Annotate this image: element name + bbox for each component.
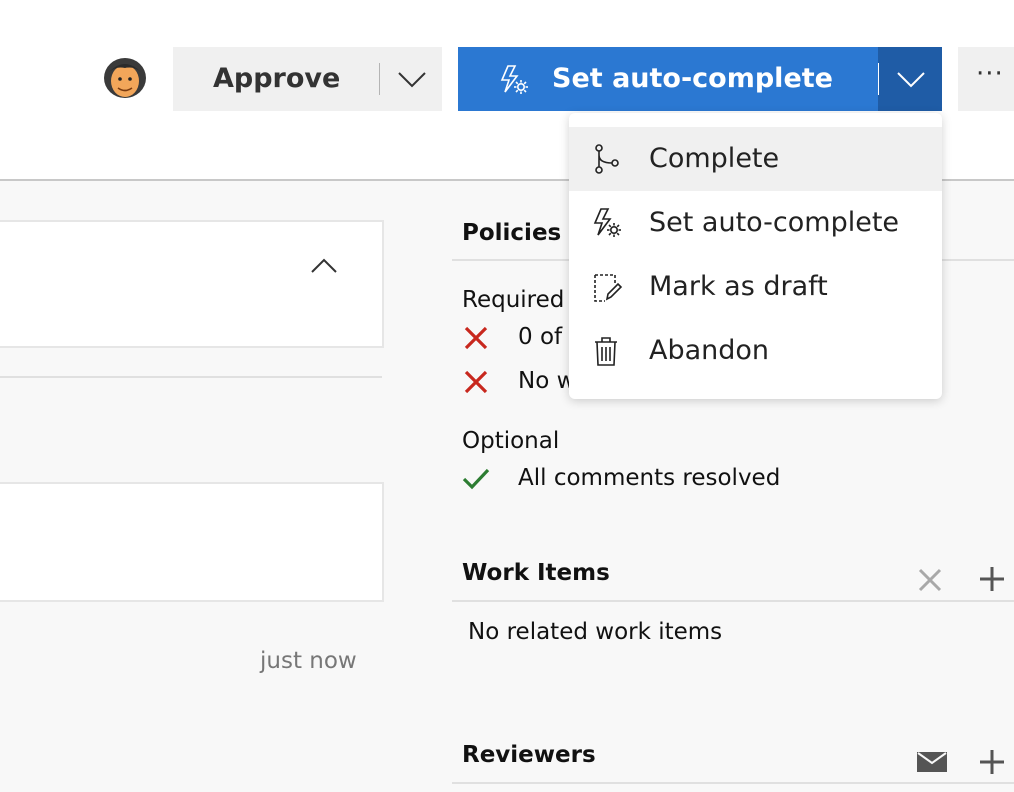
- policy-optional-item[interactable]: All comments resolved: [518, 465, 780, 491]
- menu-item-label: Mark as draft: [649, 271, 828, 302]
- approve-dropdown-chevron-icon[interactable]: [397, 67, 427, 95]
- approve-button[interactable]: Approve: [213, 47, 340, 111]
- work-items-empty-text: No related work items: [468, 619, 723, 645]
- autocomplete-divider: [878, 63, 879, 95]
- branch-merge-icon: [591, 143, 623, 179]
- timestamp-label: just now: [260, 648, 357, 674]
- menu-item-label: Set auto-complete: [649, 207, 900, 238]
- approve-button-group: Approve: [173, 47, 442, 111]
- policy-required-item[interactable]: 0 of: [518, 324, 562, 350]
- autocomplete-dropdown-menu: Complete Set auto-complete Mark as draft…: [569, 113, 942, 399]
- required-label: Required: [462, 287, 565, 313]
- add-work-item-plus-icon[interactable]: [979, 566, 1005, 596]
- check-icon: [462, 467, 490, 495]
- menu-item-complete[interactable]: Complete: [569, 127, 942, 191]
- add-reviewer-plus-icon[interactable]: [979, 749, 1005, 779]
- menu-item-label: Complete: [649, 143, 780, 174]
- reviewers-title: Reviewers: [462, 742, 596, 768]
- mail-icon[interactable]: [917, 752, 947, 776]
- user-avatar[interactable]: [100, 54, 150, 102]
- remove-x-icon[interactable]: [918, 568, 942, 596]
- work-items-divider: [452, 600, 1014, 602]
- approve-divider: [379, 63, 380, 95]
- bolt-gear-icon: [498, 64, 530, 100]
- comment-input-card[interactable]: [0, 482, 384, 602]
- more-actions-button[interactable]: ···: [958, 47, 1014, 111]
- menu-item-abandon[interactable]: Abandon: [569, 319, 942, 383]
- draft-edit-icon: [591, 271, 623, 307]
- reviewers-divider: [452, 782, 1014, 784]
- collapse-chevron-up-icon[interactable]: [310, 256, 338, 280]
- autocomplete-dropdown-toggle[interactable]: [878, 47, 942, 111]
- optional-label: Optional: [462, 428, 560, 454]
- description-card: [0, 220, 384, 348]
- menu-item-set-autocomplete[interactable]: Set auto-complete: [569, 191, 942, 255]
- policy-required-item[interactable]: No w: [518, 368, 575, 394]
- policies-title: Policies: [462, 220, 562, 246]
- menu-item-mark-as-draft[interactable]: Mark as draft: [569, 255, 942, 319]
- menu-item-label: Abandon: [649, 335, 770, 366]
- failed-x-icon: [463, 325, 489, 355]
- ellipsis-icon: ···: [976, 59, 1004, 89]
- trash-icon: [591, 335, 623, 371]
- set-autocomplete-button-group: Set auto-complete: [458, 47, 942, 111]
- failed-x-icon: [463, 369, 489, 399]
- bolt-gear-icon: [591, 207, 623, 243]
- work-items-title: Work Items: [462, 560, 610, 586]
- set-autocomplete-button[interactable]: Set auto-complete: [552, 47, 833, 111]
- section-divider: [0, 376, 382, 378]
